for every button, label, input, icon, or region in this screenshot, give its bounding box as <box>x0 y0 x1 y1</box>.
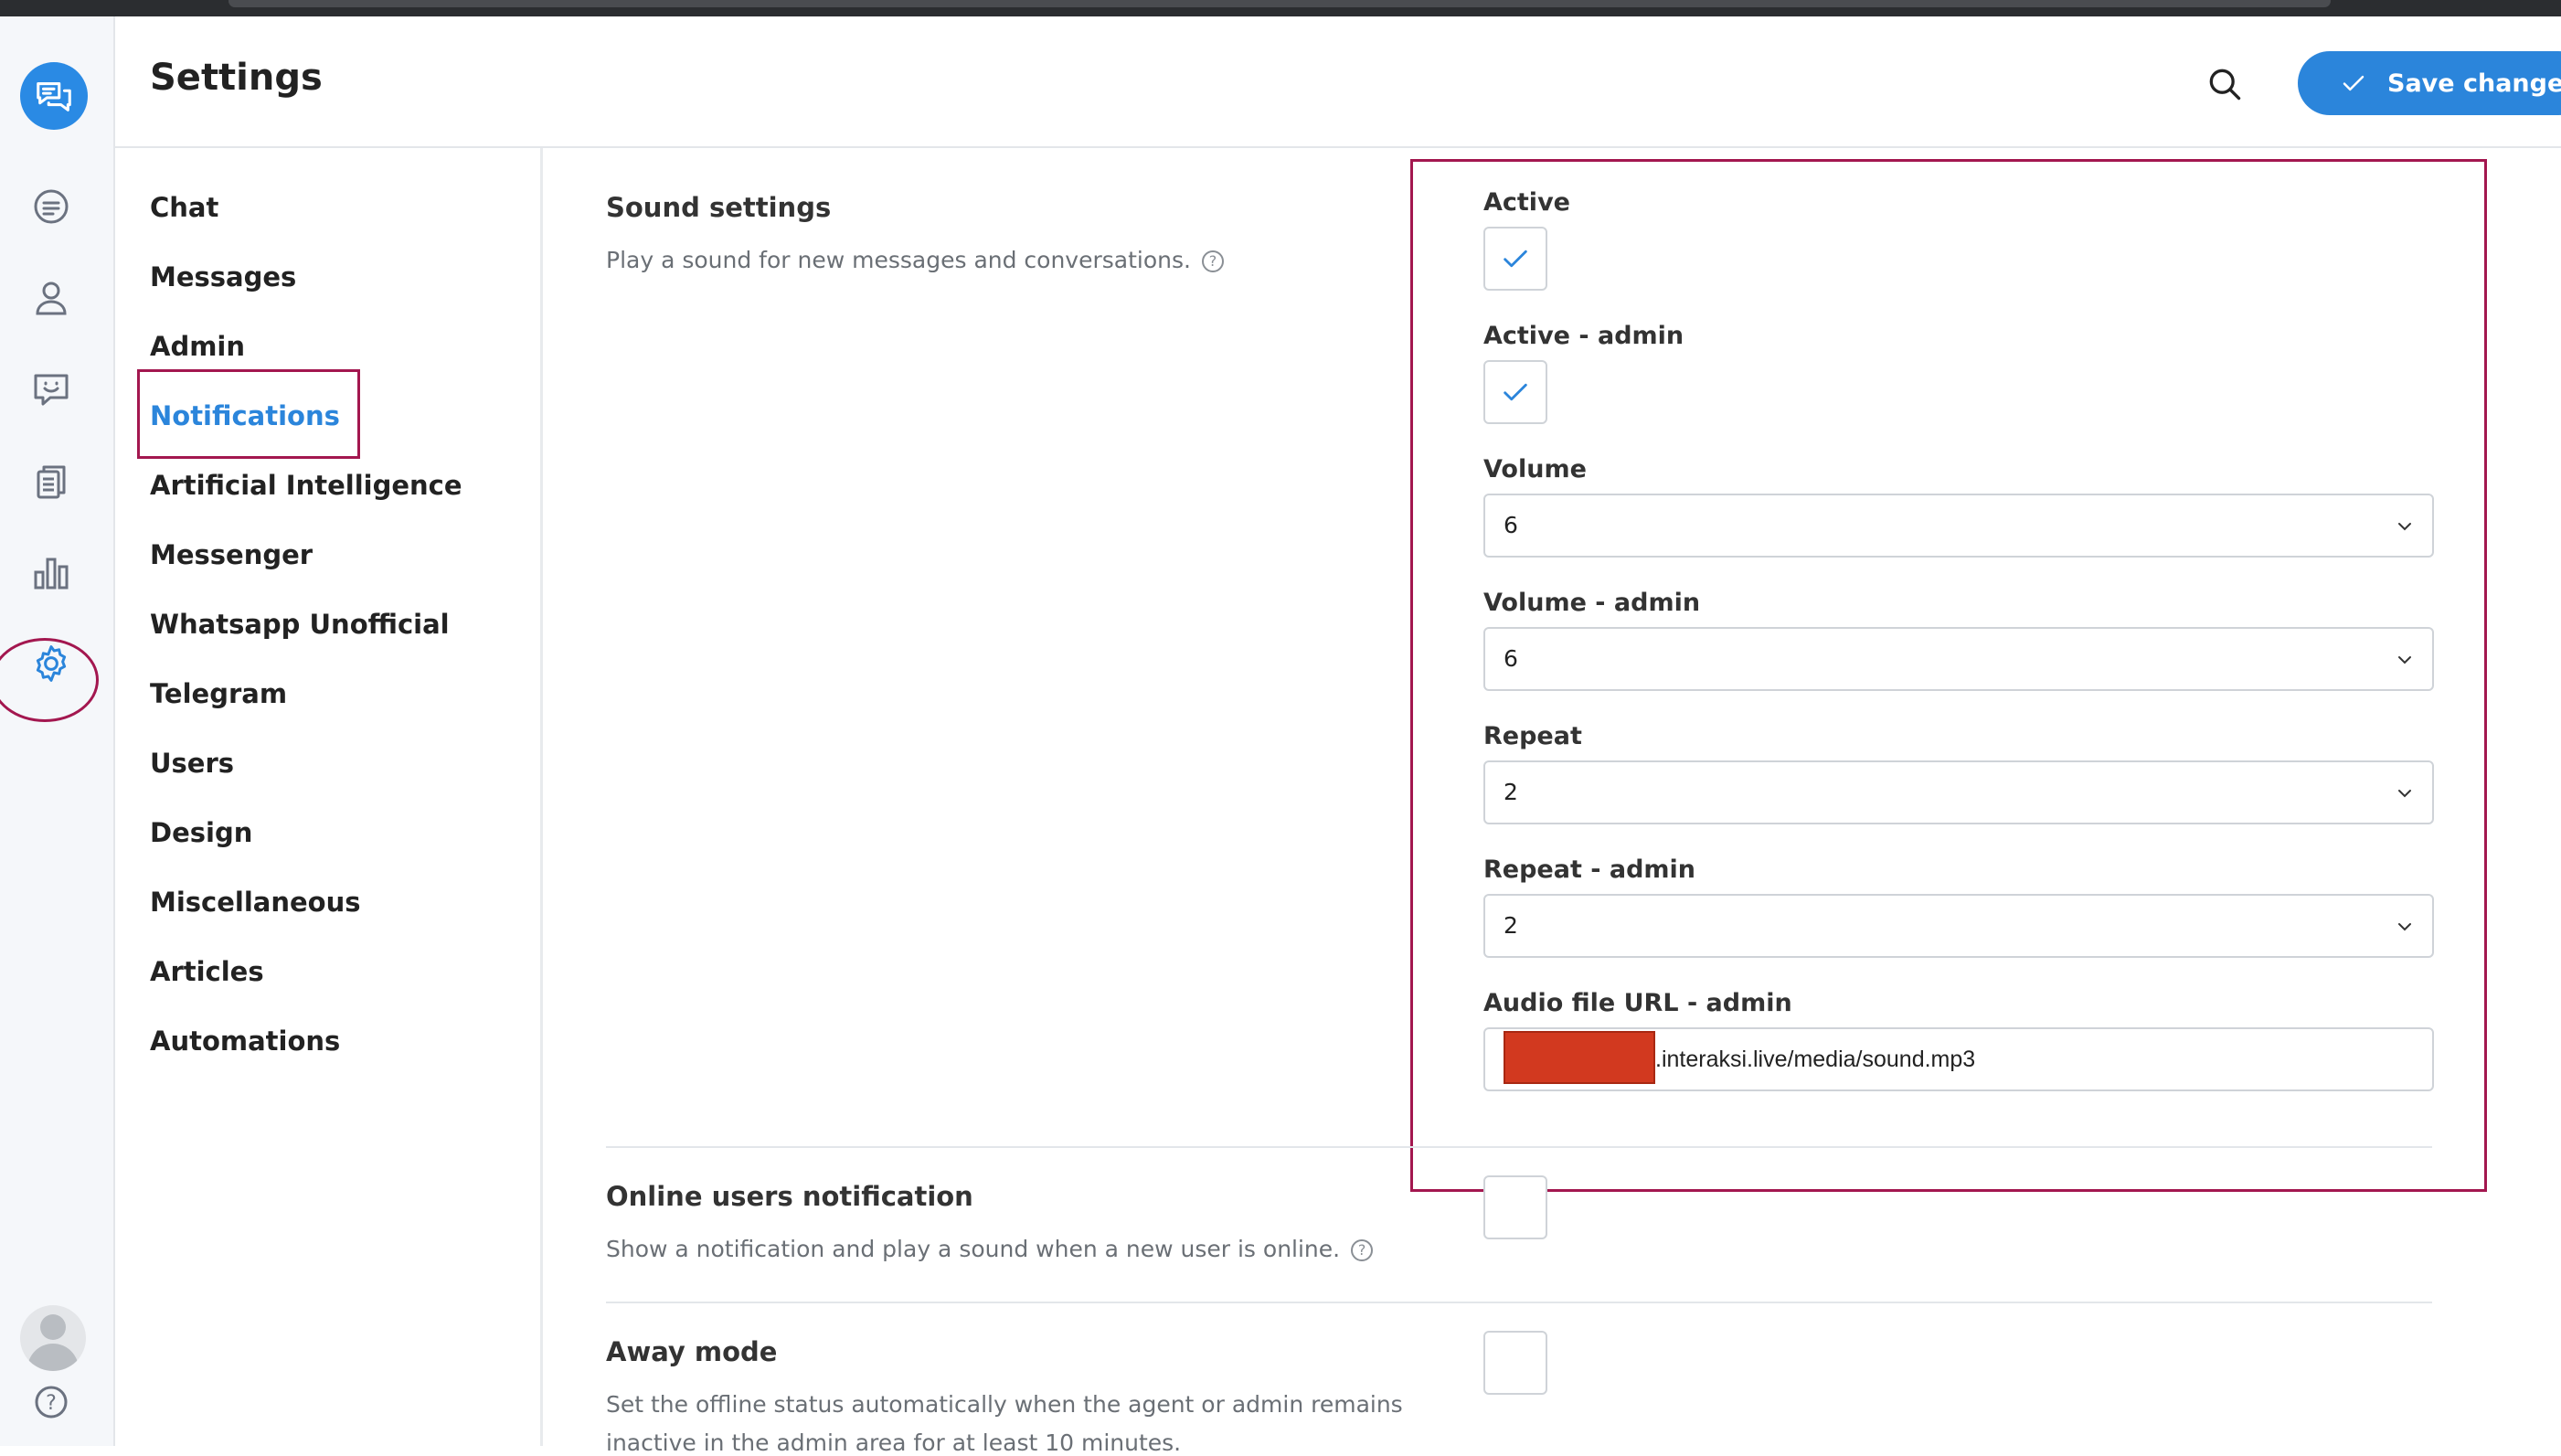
section-divider <box>606 1302 2432 1303</box>
bar-chart-icon[interactable] <box>27 548 75 596</box>
online-users-title: Online users notification <box>606 1181 973 1212</box>
help-icon[interactable]: ? <box>27 1378 75 1426</box>
app-logo[interactable] <box>20 62 88 130</box>
tab-bar-pill <box>228 0 2331 7</box>
sound-settings-highlight-box <box>1410 159 2487 1192</box>
notifications-highlight-box <box>137 369 360 459</box>
nav-item-telegram[interactable]: Telegram <box>150 678 287 709</box>
sound-settings-description: Play a sound for new messages and conver… <box>606 247 1224 273</box>
avatar[interactable] <box>20 1305 86 1371</box>
away-mode-description: Set the offline status automatically whe… <box>606 1391 1403 1418</box>
help-icon[interactable]: ? <box>1351 1239 1374 1261</box>
nav-item-articles[interactable]: Articles <box>150 956 264 987</box>
browser-top-strip <box>0 0 2561 16</box>
search-icon <box>2209 69 2241 101</box>
search-button[interactable] <box>2199 58 2250 110</box>
nav-item-design[interactable]: Design <box>150 817 252 848</box>
help-icon-glyph: ? <box>46 1392 57 1415</box>
settings-content: Sound settings Play a sound for new mess… <box>546 148 2561 1456</box>
save-button[interactable]: Save changes <box>2298 51 2561 115</box>
check-icon <box>2343 75 2364 91</box>
nav-item-messages[interactable]: Messages <box>150 261 296 292</box>
page-title: Settings <box>150 57 323 99</box>
away-mode-title: Away mode <box>606 1336 778 1367</box>
chat-bubble-icon[interactable] <box>27 183 75 230</box>
nav-item-messenger[interactable]: Messenger <box>150 539 313 570</box>
smile-chat-icon[interactable] <box>27 366 75 413</box>
nav-item-artificial-intelligence[interactable]: Artificial Intelligence <box>150 470 462 501</box>
save-button-label: Save changes <box>2387 69 2561 98</box>
documents-icon[interactable] <box>27 457 75 505</box>
online-users-checkbox[interactable] <box>1483 1175 1547 1239</box>
chat-logo-icon <box>37 82 71 112</box>
nav-item-automations[interactable]: Automations <box>150 1026 340 1057</box>
sound-settings-description-text: Play a sound for new messages and conver… <box>606 247 1191 273</box>
away-mode-description-cont: inactive in the admin area for at least … <box>606 1429 1182 1456</box>
section-divider <box>606 1146 2432 1148</box>
user-icon[interactable] <box>27 274 75 322</box>
away-mode-checkbox[interactable] <box>1483 1331 1547 1395</box>
nav-item-whatsapp-unofficial[interactable]: Whatsapp Unofficial <box>150 609 450 640</box>
settings-nav: Chat Messages Admin Notifications Artifi… <box>115 148 543 1446</box>
sound-settings-title: Sound settings <box>606 192 832 223</box>
nav-item-chat[interactable]: Chat <box>150 192 218 223</box>
online-users-description-text: Show a notification and play a sound whe… <box>606 1236 1341 1262</box>
page-header: Settings Save changes <box>115 16 2561 148</box>
nav-item-users[interactable]: Users <box>150 748 234 779</box>
help-icon[interactable]: ? <box>1201 250 1224 272</box>
nav-item-miscellaneous[interactable]: Miscellaneous <box>150 887 361 918</box>
app-rail: ? <box>0 16 115 1446</box>
online-users-description: Show a notification and play a sound whe… <box>606 1236 1374 1262</box>
settings-highlight-circle <box>0 638 99 722</box>
nav-item-admin[interactable]: Admin <box>150 331 245 362</box>
